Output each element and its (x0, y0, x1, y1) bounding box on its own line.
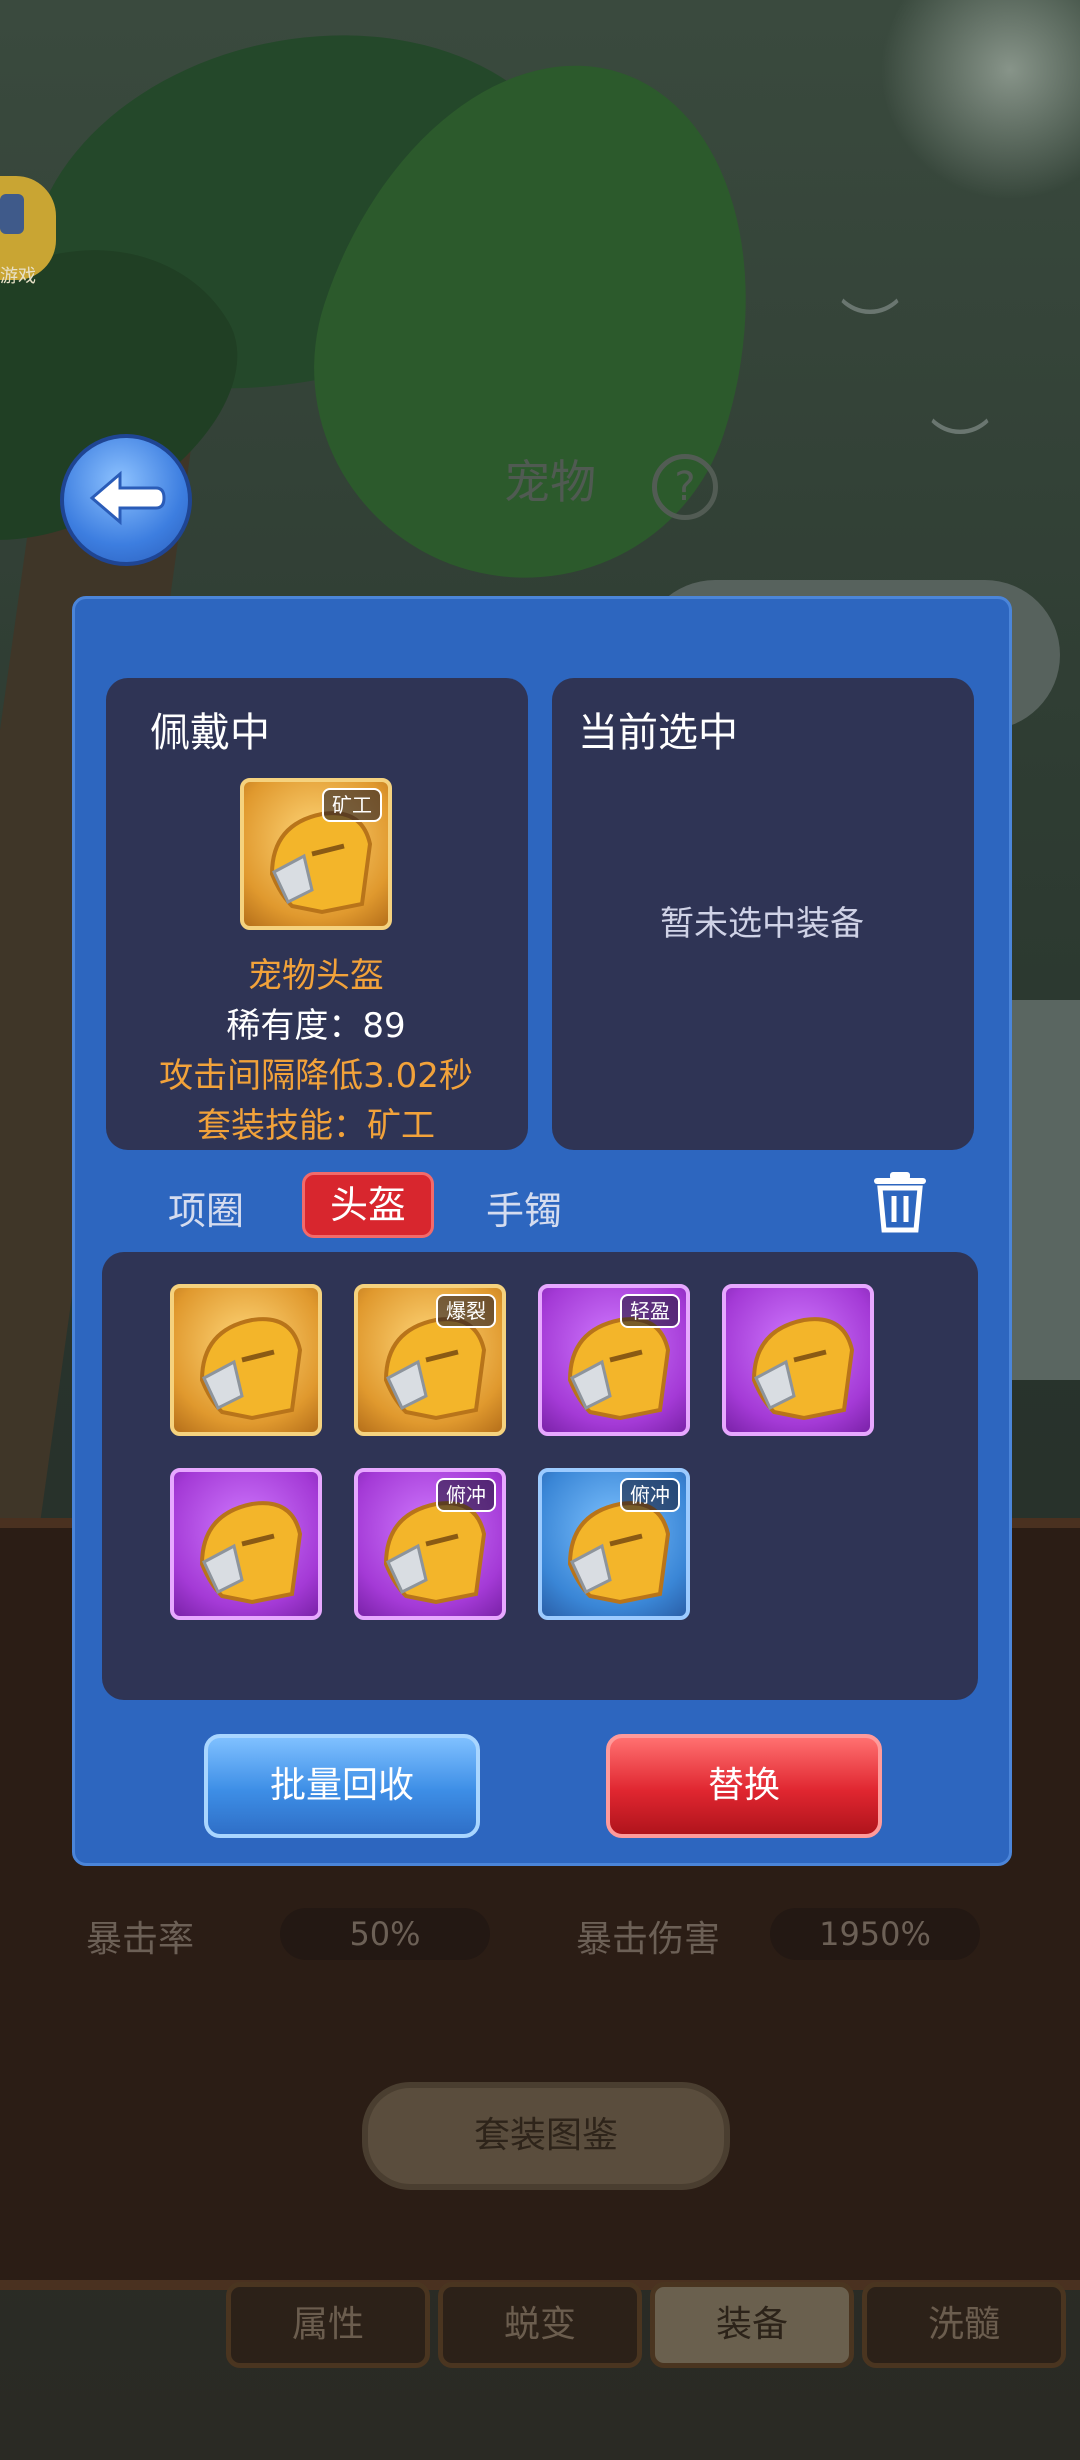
item-tag: 爆裂 (436, 1294, 496, 1328)
trash-icon[interactable] (870, 1170, 930, 1234)
helmet-icon (751, 1317, 855, 1421)
bird-icon: ︶ (840, 294, 900, 364)
worn-item-rarity: 稀有度：89 (226, 1006, 406, 1046)
worn-item-name: 宠物头盔 (248, 956, 384, 996)
worn-item-effect: 攻击间隔降低3.02秒 (159, 1056, 473, 1096)
inventory-slot[interactable] (170, 1284, 322, 1436)
tab-helmet[interactable]: 头盔 (302, 1172, 434, 1238)
bird-icon: ︶ (930, 414, 990, 484)
crit-damage-label: 暴击伤害 (576, 1919, 721, 1960)
inventory-slot[interactable]: 俯冲 (354, 1468, 506, 1620)
item-tag: 俯冲 (620, 1478, 680, 1512)
item-tag: 轻盈 (620, 1294, 680, 1328)
bottom-tab-refine[interactable]: 洗髓 (862, 2282, 1066, 2368)
batch-recycle-button[interactable]: 批量回收 (204, 1734, 480, 1838)
tab-collar[interactable]: 项圈 (168, 1180, 244, 1235)
game-screen: ︶ ︶ 游戏 暴击率 50% 暴击伤害 1950% 套装图鉴 属性 蜕变 装备 … (0, 0, 1080, 2460)
inventory-slot[interactable]: 轻盈 (538, 1284, 690, 1436)
item-tag: 矿工 (322, 788, 382, 822)
replace-button[interactable]: 替换 (606, 1734, 882, 1838)
set-collection-button[interactable]: 套装图鉴 (362, 2082, 730, 2190)
inventory-slot[interactable] (722, 1284, 874, 1436)
page-title: 宠物 (504, 455, 596, 509)
inventory-slot[interactable]: 俯冲 (538, 1468, 690, 1620)
item-tag: 俯冲 (436, 1478, 496, 1512)
selected-card-title: 当前选中 (578, 710, 738, 756)
worn-helmet-item[interactable]: 矿工 (240, 778, 392, 930)
crit-rate-value: 50% (280, 1908, 490, 1960)
gamepad-icon (0, 194, 24, 234)
back-button[interactable] (60, 434, 192, 566)
helmet-icon (199, 1317, 303, 1421)
bottom-tab-equipment[interactable]: 装备 (650, 2282, 854, 2368)
helmet-icon (199, 1501, 303, 1605)
back-arrow-icon (89, 470, 166, 526)
tab-bracelet[interactable]: 手镯 (486, 1180, 562, 1235)
worn-item-set-skill: 套装技能：矿工 (197, 1106, 435, 1146)
crit-damage-value: 1950% (770, 1908, 980, 1960)
inventory-slot[interactable]: 爆裂 (354, 1284, 506, 1436)
sun-glow (880, 0, 1080, 200)
worn-card-title: 佩戴中 (150, 710, 270, 756)
no-selection-text: 暂未选中装备 (660, 904, 864, 944)
bottom-tab-attributes[interactable]: 属性 (226, 2282, 430, 2368)
help-icon[interactable]: ? (652, 454, 718, 520)
inventory-slot[interactable] (170, 1468, 322, 1620)
bottom-tab-transform[interactable]: 蜕变 (438, 2282, 642, 2368)
crit-rate-label: 暴击率 (86, 1919, 195, 1960)
side-game-label: 游戏 (0, 266, 36, 287)
